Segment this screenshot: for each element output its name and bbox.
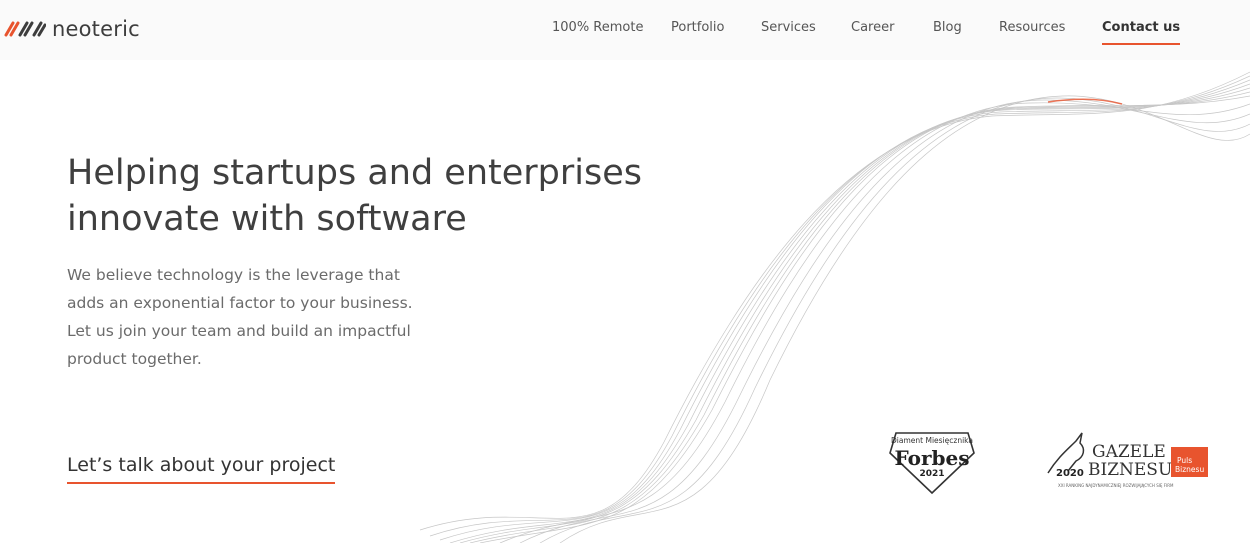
nav-career[interactable]: Career	[851, 20, 894, 35]
hero-description: We believe technology is the leverage th…	[67, 266, 413, 368]
puls-tag-line1: Puls	[1177, 456, 1192, 465]
puls-tag-line2: Biznesu	[1175, 465, 1204, 474]
nav-services[interactable]: Services	[761, 20, 816, 35]
gazele-line2: BIZNESU	[1088, 460, 1172, 480]
talk-about-project-link[interactable]: Let’s talk about your project	[67, 454, 336, 484]
gazele-biznesu-badge: 2020 GAZELE BIZNESU Puls Biznesu XXI RAN…	[1047, 432, 1208, 488]
gazele-line1: GAZELE	[1092, 442, 1166, 462]
hero-title-line1: Helping startups and enterprises	[67, 153, 642, 193]
nav-100-remote[interactable]: 100% Remote	[552, 20, 643, 35]
gazele-year: 2020	[1056, 468, 1084, 479]
nav-contact-us-label: Contact us	[1102, 20, 1181, 35]
nav-portfolio[interactable]: Portfolio	[671, 20, 724, 35]
forbes-name: Forbes	[895, 446, 970, 470]
nav-contact-us[interactable]: Contact us	[1102, 20, 1181, 45]
hero-title: Helping startups and enterprises innovat…	[67, 150, 707, 242]
gazelle-icon	[1047, 432, 1085, 474]
forbes-year: 2021	[919, 469, 944, 479]
site-header: neoteric 100% Remote Portfolio Services …	[0, 0, 1250, 60]
forbes-diamond-badge: Diament Miesięcznika Forbes 2021	[889, 432, 975, 495]
nav-blog[interactable]: Blog	[933, 20, 962, 35]
hero-title-line2: innovate with software	[67, 199, 467, 239]
main-nav: 100% Remote Portfolio Services Career Bl…	[0, 20, 1250, 45]
active-underline	[1102, 43, 1181, 45]
forbes-top-text: Diament Miesięcznika	[891, 436, 973, 445]
gazele-fine-print: XXI RANKING NAJDYNAMICZNIEJ ROZWIJAJĄCYC…	[1058, 483, 1174, 488]
nav-resources[interactable]: Resources	[999, 20, 1065, 35]
